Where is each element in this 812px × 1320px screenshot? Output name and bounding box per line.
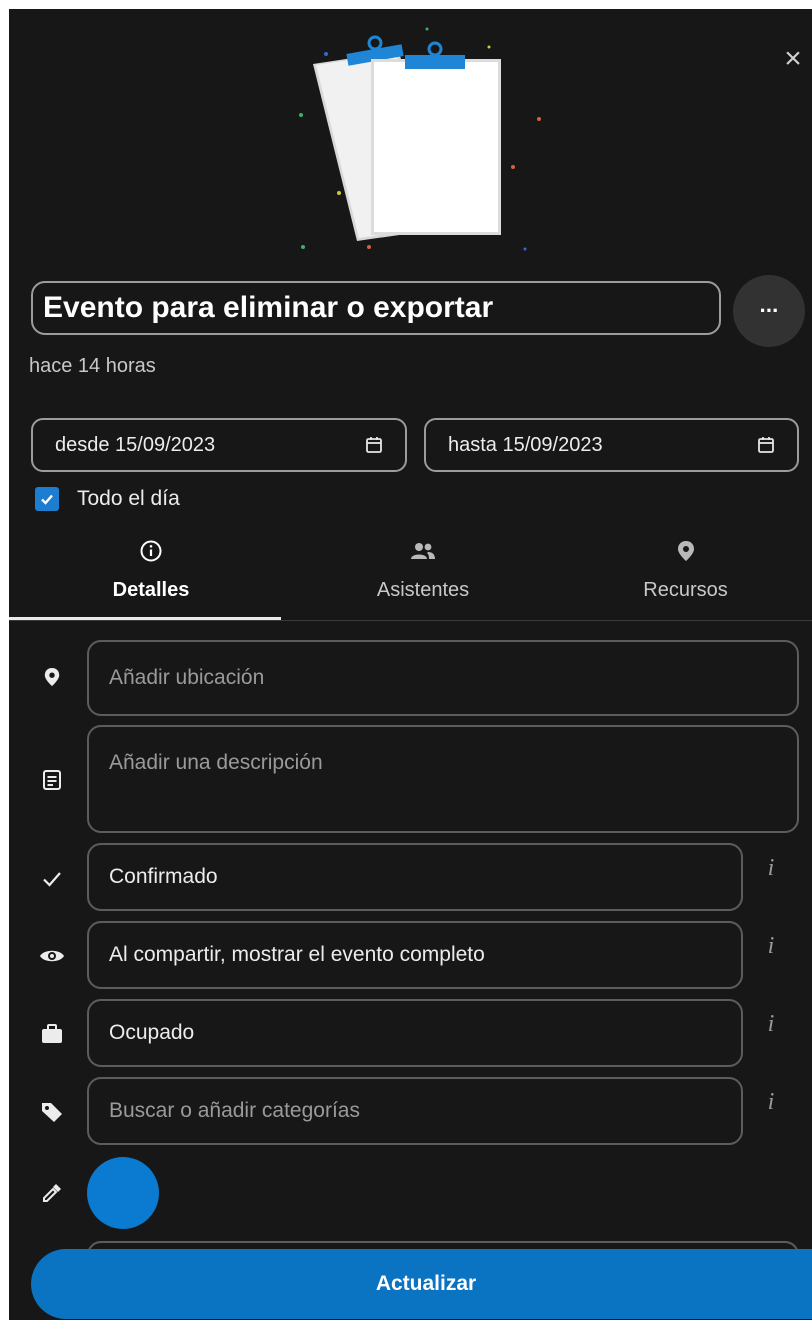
availability-select[interactable]: Ocupado (87, 999, 743, 1067)
start-date-field[interactable]: desde 15/09/2023 (31, 418, 407, 472)
people-icon (409, 537, 437, 565)
ellipsis-icon: ··· (759, 298, 780, 323)
status-select[interactable]: Confirmado (87, 843, 743, 911)
tag-icon (37, 1097, 67, 1127)
description-textarea[interactable]: Añadir una descripción (87, 725, 799, 833)
location-pin-icon (37, 662, 67, 692)
briefcase-icon (37, 1019, 67, 1049)
update-button[interactable]: Actualizar (31, 1249, 812, 1319)
sharing-value: Al compartir, mostrar el evento completo (109, 943, 485, 966)
update-button-label: Actualizar (375, 1272, 477, 1295)
created-timestamp: hace 14 horas (29, 355, 156, 377)
event-title-text: Evento para eliminar o exportar (43, 291, 494, 324)
tabs-divider (9, 620, 812, 621)
categories-placeholder: Buscar o añadir categorías (109, 1099, 360, 1122)
sharing-info-icon[interactable]: i (761, 931, 781, 961)
description-placeholder: Añadir una descripción (109, 751, 323, 774)
calendar-icon[interactable] (365, 436, 383, 454)
active-tab-indicator (9, 617, 281, 620)
front-clipboard (371, 41, 501, 235)
availability-info-icon[interactable]: i (761, 1009, 781, 1039)
event-title-input[interactable]: Evento para eliminar o exportar (31, 281, 721, 335)
info-icon (139, 537, 163, 565)
all-day-checkbox[interactable] (35, 487, 59, 511)
sharing-select[interactable]: Al compartir, mostrar el evento completo (87, 921, 743, 989)
clipboards-illustration (299, 27, 541, 251)
categories-info-icon[interactable]: i (761, 1087, 781, 1117)
tab-attendees[interactable]: Asistentes (287, 533, 559, 623)
tab-attendees-label: Asistentes (376, 579, 470, 601)
location-placeholder: Añadir ubicación (109, 666, 265, 689)
location-pin-icon (676, 537, 696, 565)
more-options-button[interactable]: ··· (733, 275, 805, 347)
end-date-text: hasta 15/09/2023 (448, 433, 603, 456)
tab-resources-label: Recursos (643, 579, 728, 601)
check-icon (37, 864, 67, 894)
all-day-option[interactable]: Todo el día (35, 487, 180, 511)
start-date-text: desde 15/09/2023 (55, 433, 216, 456)
all-day-label: Todo el día (77, 487, 180, 510)
tab-resources[interactable]: Recursos (559, 533, 812, 623)
checkmark-icon (41, 494, 53, 505)
status-value: Confirmado (109, 865, 218, 888)
tab-details-label: Detalles (112, 579, 190, 601)
close-icon: × (784, 42, 802, 75)
tab-details[interactable]: Detalles (15, 533, 287, 623)
description-icon (37, 765, 67, 795)
status-info-icon[interactable]: i (761, 853, 781, 883)
eye-icon (37, 941, 67, 971)
eyedropper-icon (37, 1178, 67, 1208)
end-date-field[interactable]: hasta 15/09/2023 (424, 418, 799, 472)
event-color-swatch[interactable] (87, 1157, 159, 1229)
calendar-icon[interactable] (757, 436, 775, 454)
categories-input[interactable]: Buscar o añadir categorías (87, 1077, 743, 1145)
availability-value: Ocupado (109, 1021, 195, 1044)
event-dialog: × Evento para eliminar o exportar ··· ha… (9, 9, 812, 1320)
close-button[interactable]: × (773, 39, 812, 79)
location-input[interactable]: Añadir ubicación (87, 640, 799, 716)
tab-bar: Detalles Asistentes Recursos (15, 533, 812, 623)
